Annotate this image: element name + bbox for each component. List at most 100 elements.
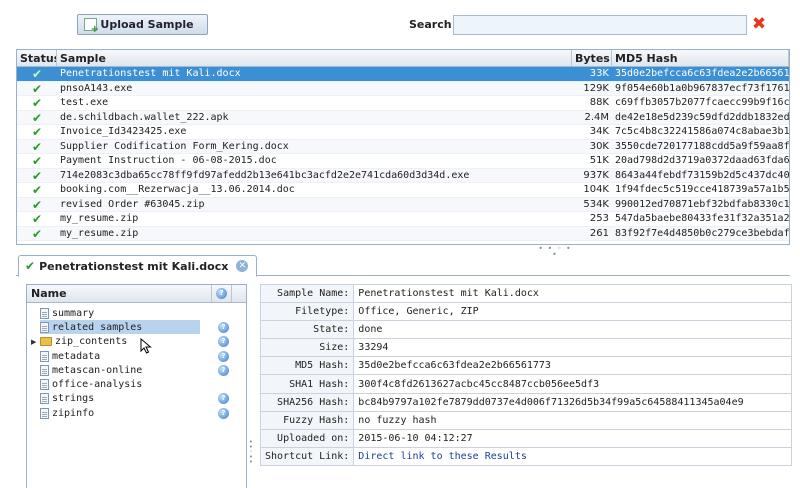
table-row[interactable]: ✔ test.exe 88K c69ffb3057b2077fcaecc99b9f16… [17,96,789,111]
help-icon[interactable]: ? [218,364,229,376]
sample-bytes: 34K [589,126,609,137]
property-value: 2015-06-10 04:12:27 [358,432,473,444]
expand-arrow-icon[interactable]: ▶ [31,338,40,346]
property-value: 35d0e2befcca6c63fdea2e2b66561773 [358,360,551,372]
sample-bytes: 33K [589,68,609,79]
tree-item[interactable]: strings? [27,392,246,406]
table-row[interactable]: ✔ booking.com__Rezerwacja__13.06.2014.doc… [17,183,789,198]
tree-item-label: zipinfo [52,407,95,419]
sample-md5: 35d0e2befcca6c63fdea2e2b66561773 [615,68,789,79]
tree-header-name[interactable]: Name [27,285,212,302]
upload-sample-button[interactable]: Upload Sample [77,14,208,35]
status-ok-icon: ✔ [31,168,43,182]
table-row[interactable]: ✔ pnsoA143.exe 129K 9f054e60b1a0b967837ecf7… [17,81,789,96]
sample-bytes: 253 [589,213,609,224]
property-key: SHA256 Hash: [259,392,355,412]
table-row[interactable]: ✔ Invoice_Id3423425.exe 34K 7c5c4b8c3224158… [17,125,789,140]
property-value-cell: Direct link to these Results [353,446,792,466]
help-icon[interactable]: ? [218,407,229,419]
tree-item[interactable]: related samples? [27,320,246,335]
sample-md5: 3550cde720177188cdd5a9f59aa8f438 [615,140,789,152]
help-icon[interactable]: ? [218,393,229,405]
tree-item-label-wrap: strings [40,392,200,406]
help-icon[interactable]: ? [218,336,229,348]
horizontal-splitter-handle[interactable]: • • ◦ • • [535,245,575,259]
tree-item[interactable]: metadata? [27,349,246,363]
sample-properties-table: Sample Name: Penetrationstest mit Kali.do… [259,283,792,466]
status-ok-icon: ✔ [31,81,43,95]
tree-item-label: office-analysis [52,379,143,391]
sample-md5: 990012ed70871ebf32bdfab8330c13c4 [615,198,789,210]
table-row[interactable]: ✔ Supplier Codification Form_Kering.docx 3… [17,139,789,154]
status-ok-icon: ✔ [31,139,43,153]
tree-item[interactable]: summary [27,306,246,320]
table-row[interactable]: ✔ Payment Instruction - 06-08-2015.doc 51K… [17,154,789,169]
sample-md5: 20ad798d2d3719a0372daad63fda6c63 [615,155,789,166]
sample-name: my_resume.zip [60,227,139,239]
column-header-md5[interactable]: MD5 Hash [612,50,789,66]
property-key: State: [259,320,355,340]
table-row[interactable]: ✔ Penetrationstest mit Kali.docx 33K 35d0e2… [17,67,789,82]
clear-search-icon[interactable]: ✖ [751,15,767,33]
tree-item[interactable]: metascan-online? [27,363,246,377]
sample-bytes: 88K [589,97,609,108]
table-row[interactable]: ✔ my_resume.zip 253 547da5baebe80433fe31f32… [17,212,789,227]
tree-item[interactable]: zipinfo? [27,406,246,420]
table-row[interactable]: ✔ de.schildbach.wallet_222.apk 2.4M de42e18… [17,110,789,125]
sample-md5: c69ffb3057b2077fcaecc99b9f16c7c8 [615,97,789,108]
property-value-cell: done [353,320,792,340]
status-ok-icon: ✔ [31,183,43,197]
property-value-cell: 2015-06-10 04:12:27 [353,428,792,448]
tree-item[interactable]: office-analysis [27,377,246,391]
tree-item[interactable]: ▶ zip_contents? [27,335,246,349]
property-key: Fuzzy Hash: [259,410,355,430]
direct-link[interactable]: Direct link to these Results [358,451,527,462]
property-key: Sample Name: [259,283,355,304]
property-value-cell: 300f4c8fd2613627acbc45cc8487ccb056ee5df3 [353,374,792,394]
property-value: 33294 [358,342,389,354]
status-ok-icon: ✔ [31,197,43,211]
close-tab-icon[interactable]: ✕ [236,260,249,272]
sample-bytes: 2.4M [584,111,609,123]
tree-item-label: summary [52,307,95,319]
sample-bytes: 937K [583,169,609,181]
status-ok-icon: ✔ [25,259,36,273]
property-value: done [358,324,383,336]
table-row[interactable]: ✔ revised Order #63045.zip 534K 990012ed708… [17,197,789,212]
upload-sample-label: Upload Sample [100,18,194,31]
sample-md5: 8643a44febdf73159b2d5c437dc40cd3 [615,169,789,181]
property-key: Filetype: [259,302,355,322]
property-key: Size: [259,338,355,358]
sample-bytes: 129K [583,82,609,94]
tree-body: summary related samples? ▶ zip_contents? met… [27,303,246,420]
document-icon [40,407,49,419]
column-header-bytes[interactable]: Bytes [572,50,612,66]
help-icon[interactable]: ? [218,321,229,333]
property-row: Uploaded on: 2015-06-10 04:12:27 [259,428,792,448]
sample-name: my_resume.zip [60,213,139,224]
grid-header: Status Sample Bytes MD5 Hash [17,50,789,67]
property-value: Office, Generic, ZIP [358,306,479,318]
vertical-splitter-handle[interactable]: • • ◦ • • [248,439,254,470]
column-header-sample[interactable]: Sample [57,50,572,66]
sample-md5: 7c5c4b8c32241586a074c8abae3b16c3 [615,126,789,137]
tree-item-label-wrap: metadata [40,349,200,363]
status-ok-icon: ✔ [31,67,43,81]
sample-md5: 83f92f7e4d4850b0c279ce3bebdafbea [615,227,789,239]
status-ok-icon: ✔ [31,96,43,110]
tree-item-label: zip_contents [55,336,128,348]
tree-item-label-wrap: summary [40,306,200,320]
help-icon[interactable]: ? [218,350,229,362]
property-value-cell: bc84b9797a102fe7879dd0737e4d006f71326d5b… [353,392,792,412]
search-input[interactable] [453,15,747,35]
help-icon: ? [216,288,227,299]
sample-name: pnsoA143.exe [60,82,133,94]
table-row[interactable]: ✔ my_resume.zip 261 83f92f7e4d4850b0c279ce3… [17,226,789,241]
property-value-cell: Penetrationstest mit Kali.docx [353,283,792,304]
property-value-cell: 35d0e2befcca6c63fdea2e2b66561773 [353,356,792,376]
tab-sample-detail[interactable]: ✔ Penetrationstest mit Kali.docx ✕ [18,255,258,277]
table-row[interactable]: ✔ 714e2083c3dba65cc78ff9fd97afedd2b13e641… [17,168,789,183]
column-header-status[interactable]: Status [17,50,57,66]
sample-name: revised Order #63045.zip [60,198,205,210]
property-value-cell: no fuzzy hash [353,410,792,430]
